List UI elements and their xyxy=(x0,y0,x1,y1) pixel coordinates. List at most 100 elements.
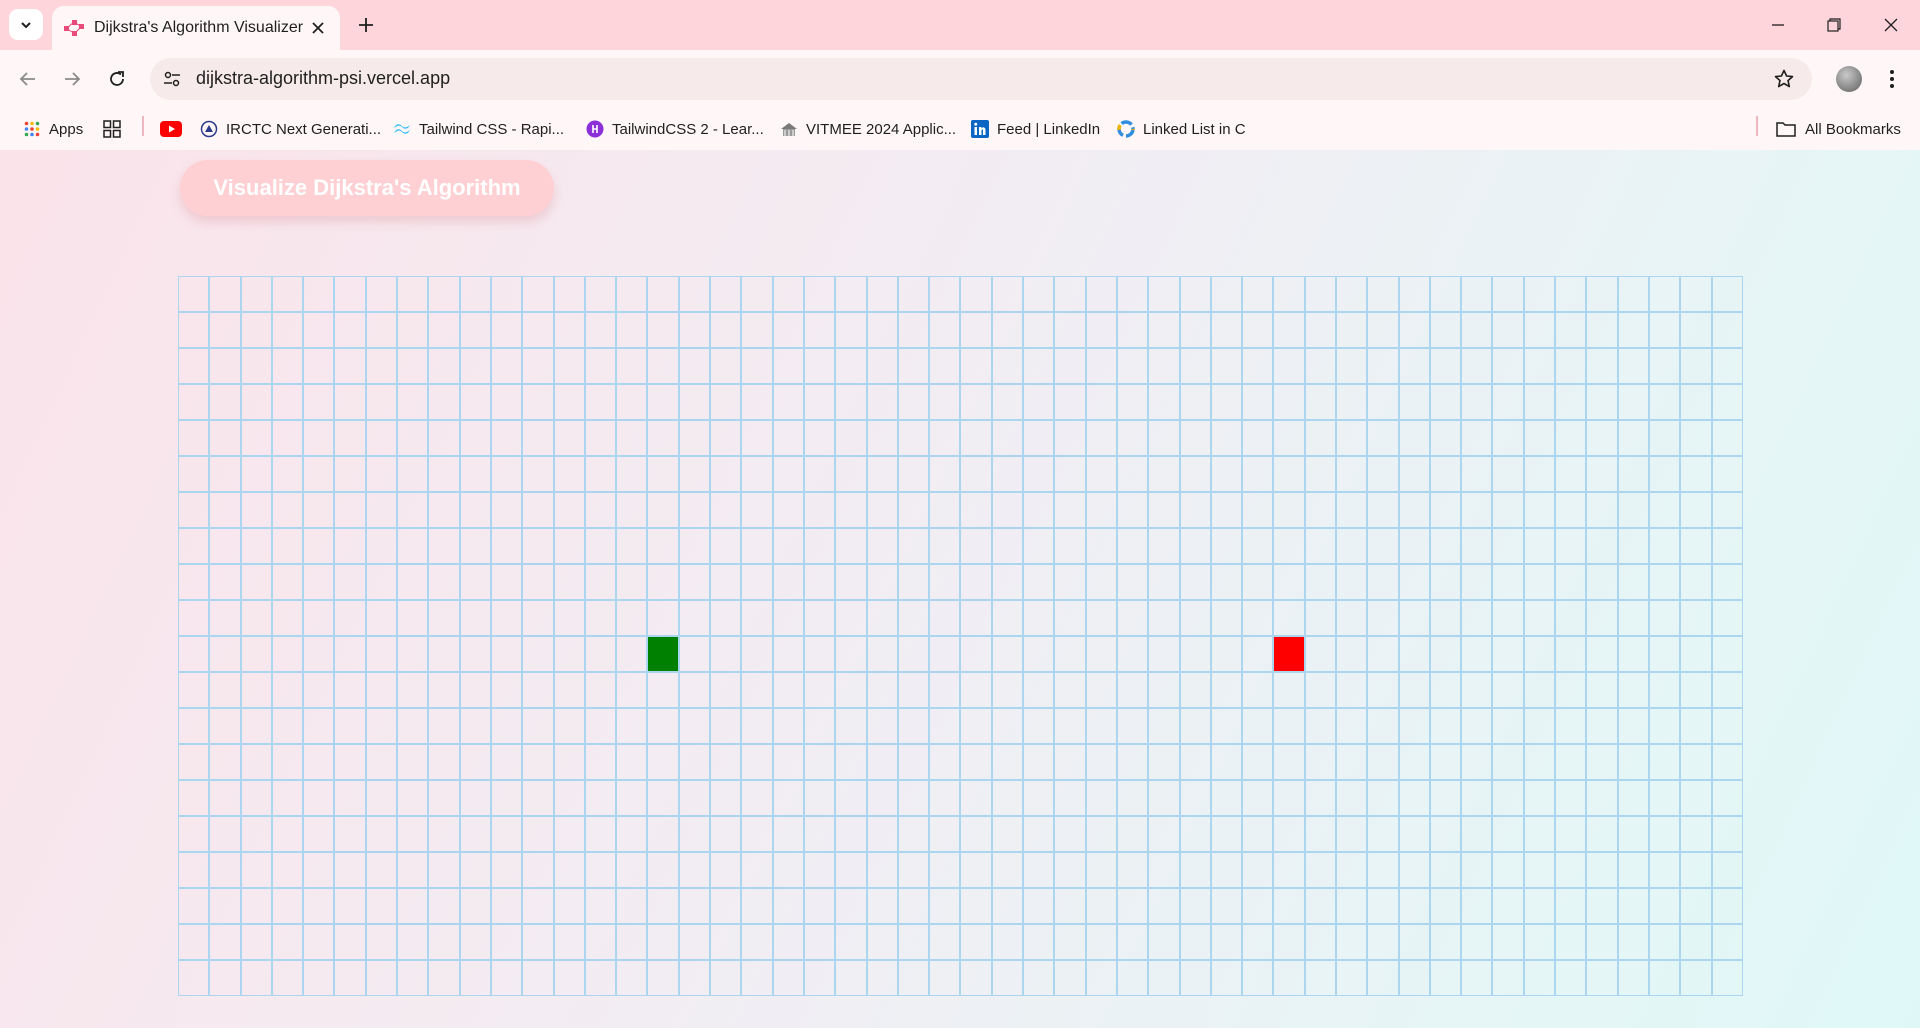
grid-cell[interactable] xyxy=(271,672,304,708)
grid-cell[interactable] xyxy=(1586,348,1618,384)
bookmark-star-icon[interactable] xyxy=(1772,67,1796,91)
grid-cell[interactable] xyxy=(1523,348,1556,384)
grid-cell[interactable] xyxy=(1492,672,1524,708)
grid-cell[interactable] xyxy=(303,600,335,636)
grid-cell[interactable] xyxy=(522,852,554,888)
grid-cell[interactable] xyxy=(1085,960,1117,996)
grid-cell[interactable] xyxy=(647,852,679,888)
grid-cell[interactable] xyxy=(710,924,742,960)
grid-cell[interactable] xyxy=(303,564,335,600)
grid-cell[interactable] xyxy=(1461,456,1493,492)
grid-cell[interactable] xyxy=(1116,456,1149,492)
grid-cell[interactable] xyxy=(1242,564,1274,600)
grid-cell[interactable] xyxy=(240,816,272,852)
grid-cell[interactable] xyxy=(303,492,335,528)
grid-cell[interactable] xyxy=(1586,600,1618,636)
grid-cell[interactable] xyxy=(929,852,961,888)
grid-cell[interactable] xyxy=(772,852,804,888)
grid-cell[interactable] xyxy=(1116,852,1149,888)
grid-cell[interactable] xyxy=(929,564,961,600)
grid-cell[interactable] xyxy=(991,888,1024,924)
grid-cell[interactable] xyxy=(835,708,867,744)
grid-cell[interactable] xyxy=(1429,564,1462,600)
grid-cell[interactable] xyxy=(584,312,617,348)
grid-cell[interactable] xyxy=(1085,744,1117,780)
grid-cell[interactable] xyxy=(929,312,961,348)
grid-cell[interactable] xyxy=(1148,780,1180,816)
grid-cell[interactable] xyxy=(1711,708,1743,744)
grid-cell[interactable] xyxy=(1273,780,1305,816)
grid-cell[interactable] xyxy=(459,600,491,636)
grid-cell[interactable] xyxy=(365,456,398,492)
grid-cell[interactable] xyxy=(1148,312,1180,348)
grid-cell[interactable] xyxy=(428,492,460,528)
grid-cell[interactable] xyxy=(303,348,335,384)
grid-cell[interactable] xyxy=(1210,600,1243,636)
grid-cell[interactable] xyxy=(772,744,804,780)
grid-cell[interactable] xyxy=(835,528,867,564)
grid-cell[interactable] xyxy=(960,708,992,744)
grid-cell[interactable] xyxy=(991,492,1024,528)
grid-cell[interactable] xyxy=(1523,564,1556,600)
grid-cell[interactable] xyxy=(1429,636,1462,672)
grid-cell[interactable] xyxy=(334,528,366,564)
grid-cell[interactable] xyxy=(1523,744,1556,780)
grid-cell[interactable] xyxy=(960,456,992,492)
grid-cell[interactable] xyxy=(209,780,241,816)
grid-cell[interactable] xyxy=(1210,492,1243,528)
grid-cell[interactable] xyxy=(710,744,742,780)
grid-cell[interactable] xyxy=(1179,672,1211,708)
grid-cell[interactable] xyxy=(616,384,648,420)
grid-cell[interactable] xyxy=(803,384,836,420)
grid-cell[interactable] xyxy=(960,672,992,708)
bookmark-irctc[interactable]: IRCTC Next Generati... xyxy=(200,116,381,142)
grid-cell[interactable] xyxy=(209,960,241,996)
grid-cell[interactable] xyxy=(1023,420,1055,456)
grid-cell[interactable] xyxy=(678,744,711,780)
grid-cell[interactable] xyxy=(1304,888,1336,924)
grid-cell[interactable] xyxy=(303,852,335,888)
grid-cell[interactable] xyxy=(1429,744,1462,780)
grid-cell[interactable] xyxy=(553,348,585,384)
grid-cell[interactable] xyxy=(772,924,804,960)
grid-cell[interactable] xyxy=(1148,420,1180,456)
profile-avatar[interactable] xyxy=(1836,66,1862,92)
grid-cell[interactable] xyxy=(428,600,460,636)
grid-cell[interactable] xyxy=(835,276,867,312)
grid-cell[interactable] xyxy=(647,780,679,816)
grid-cell[interactable] xyxy=(1179,708,1211,744)
grid-cell[interactable] xyxy=(741,420,773,456)
grid-cell[interactable] xyxy=(1648,924,1681,960)
grid-cell[interactable] xyxy=(1586,960,1618,996)
grid-cell[interactable] xyxy=(1523,528,1556,564)
grid-cell[interactable] xyxy=(1148,564,1180,600)
grid-cell[interactable] xyxy=(929,420,961,456)
grid-cell[interactable] xyxy=(178,420,210,456)
grid-cell[interactable] xyxy=(1617,528,1649,564)
grid-cell[interactable] xyxy=(553,852,585,888)
grid-cell[interactable] xyxy=(1461,420,1493,456)
grid-cell[interactable] xyxy=(678,960,711,996)
grid-cell[interactable] xyxy=(678,456,711,492)
grid-cell[interactable] xyxy=(1116,708,1149,744)
grid-cell[interactable] xyxy=(1085,708,1117,744)
grid-cell[interactable] xyxy=(1210,780,1243,816)
grid-cell[interactable] xyxy=(490,312,523,348)
grid-cell[interactable] xyxy=(1492,924,1524,960)
grid-cell[interactable] xyxy=(1148,456,1180,492)
grid-cell[interactable] xyxy=(1461,780,1493,816)
grid-cell[interactable] xyxy=(397,528,429,564)
grid-cell[interactable] xyxy=(584,492,617,528)
grid-cell[interactable] xyxy=(772,636,804,672)
grid-cell[interactable] xyxy=(428,672,460,708)
grid-cell[interactable] xyxy=(1148,348,1180,384)
grid-cell[interactable] xyxy=(428,636,460,672)
grid-cell[interactable] xyxy=(271,816,304,852)
grid-cell[interactable] xyxy=(1023,852,1055,888)
grid-cell[interactable] xyxy=(741,564,773,600)
grid-cell[interactable] xyxy=(772,492,804,528)
grid-cell[interactable] xyxy=(710,420,742,456)
grid-cell[interactable] xyxy=(929,492,961,528)
grid-cell[interactable] xyxy=(522,888,554,924)
grid-cell[interactable] xyxy=(1711,852,1743,888)
